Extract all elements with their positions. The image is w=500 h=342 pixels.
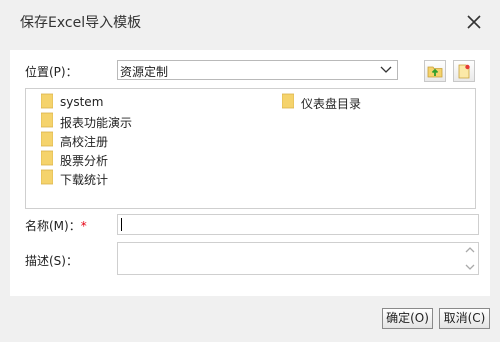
folder-name: 下载统计 bbox=[60, 173, 109, 187]
dialog-title: 保存Excel导入模板 bbox=[20, 15, 142, 31]
description-label: 描述(S)： bbox=[25, 254, 78, 268]
folder-list[interactable]: system 仪表盘目录 报表功能演示 高校注册 股票分析 下载统计 bbox=[25, 88, 476, 209]
folder-icon bbox=[41, 169, 53, 185]
title-bar: 保存Excel导入模板 bbox=[0, 0, 500, 42]
description-textarea[interactable] bbox=[117, 242, 479, 275]
folder-up-button[interactable] bbox=[424, 60, 446, 82]
folder-name: system bbox=[60, 95, 104, 109]
name-label: 名称(M)：* bbox=[25, 217, 87, 234]
text-caret bbox=[121, 218, 122, 231]
folder-icon bbox=[41, 131, 53, 147]
close-icon[interactable] bbox=[462, 10, 486, 34]
chevron-down-icon bbox=[380, 66, 392, 73]
cancel-button[interactable]: 取消(C) bbox=[439, 308, 490, 329]
folder-icon bbox=[41, 150, 53, 166]
dialog-body: 位置(P)： 资源定制 system 仪表盘目录 报表功能演示 高校注册 股票分… bbox=[10, 50, 490, 296]
required-mark: * bbox=[80, 219, 87, 233]
ok-button[interactable]: 确定(O) bbox=[382, 308, 433, 329]
location-value: 资源定制 bbox=[120, 65, 169, 79]
folder-icon bbox=[41, 93, 53, 109]
folder-name: 仪表盘目录 bbox=[301, 97, 362, 111]
scroll-up-icon[interactable] bbox=[463, 244, 477, 256]
folder-name: 报表功能演示 bbox=[60, 116, 133, 130]
location-label: 位置(P)： bbox=[25, 65, 78, 79]
folder-icon bbox=[282, 93, 294, 109]
scroll-down-icon[interactable] bbox=[463, 261, 477, 273]
folder-icon bbox=[41, 112, 53, 128]
folder-name: 股票分析 bbox=[60, 154, 109, 168]
folder-name: 高校注册 bbox=[60, 135, 109, 149]
new-folder-button[interactable] bbox=[453, 60, 475, 82]
name-input[interactable] bbox=[117, 214, 479, 235]
name-label-text: 名称(M)： bbox=[25, 219, 81, 233]
location-select[interactable]: 资源定制 bbox=[117, 60, 398, 80]
new-folder-icon bbox=[458, 64, 470, 79]
folder-up-icon bbox=[427, 66, 443, 78]
